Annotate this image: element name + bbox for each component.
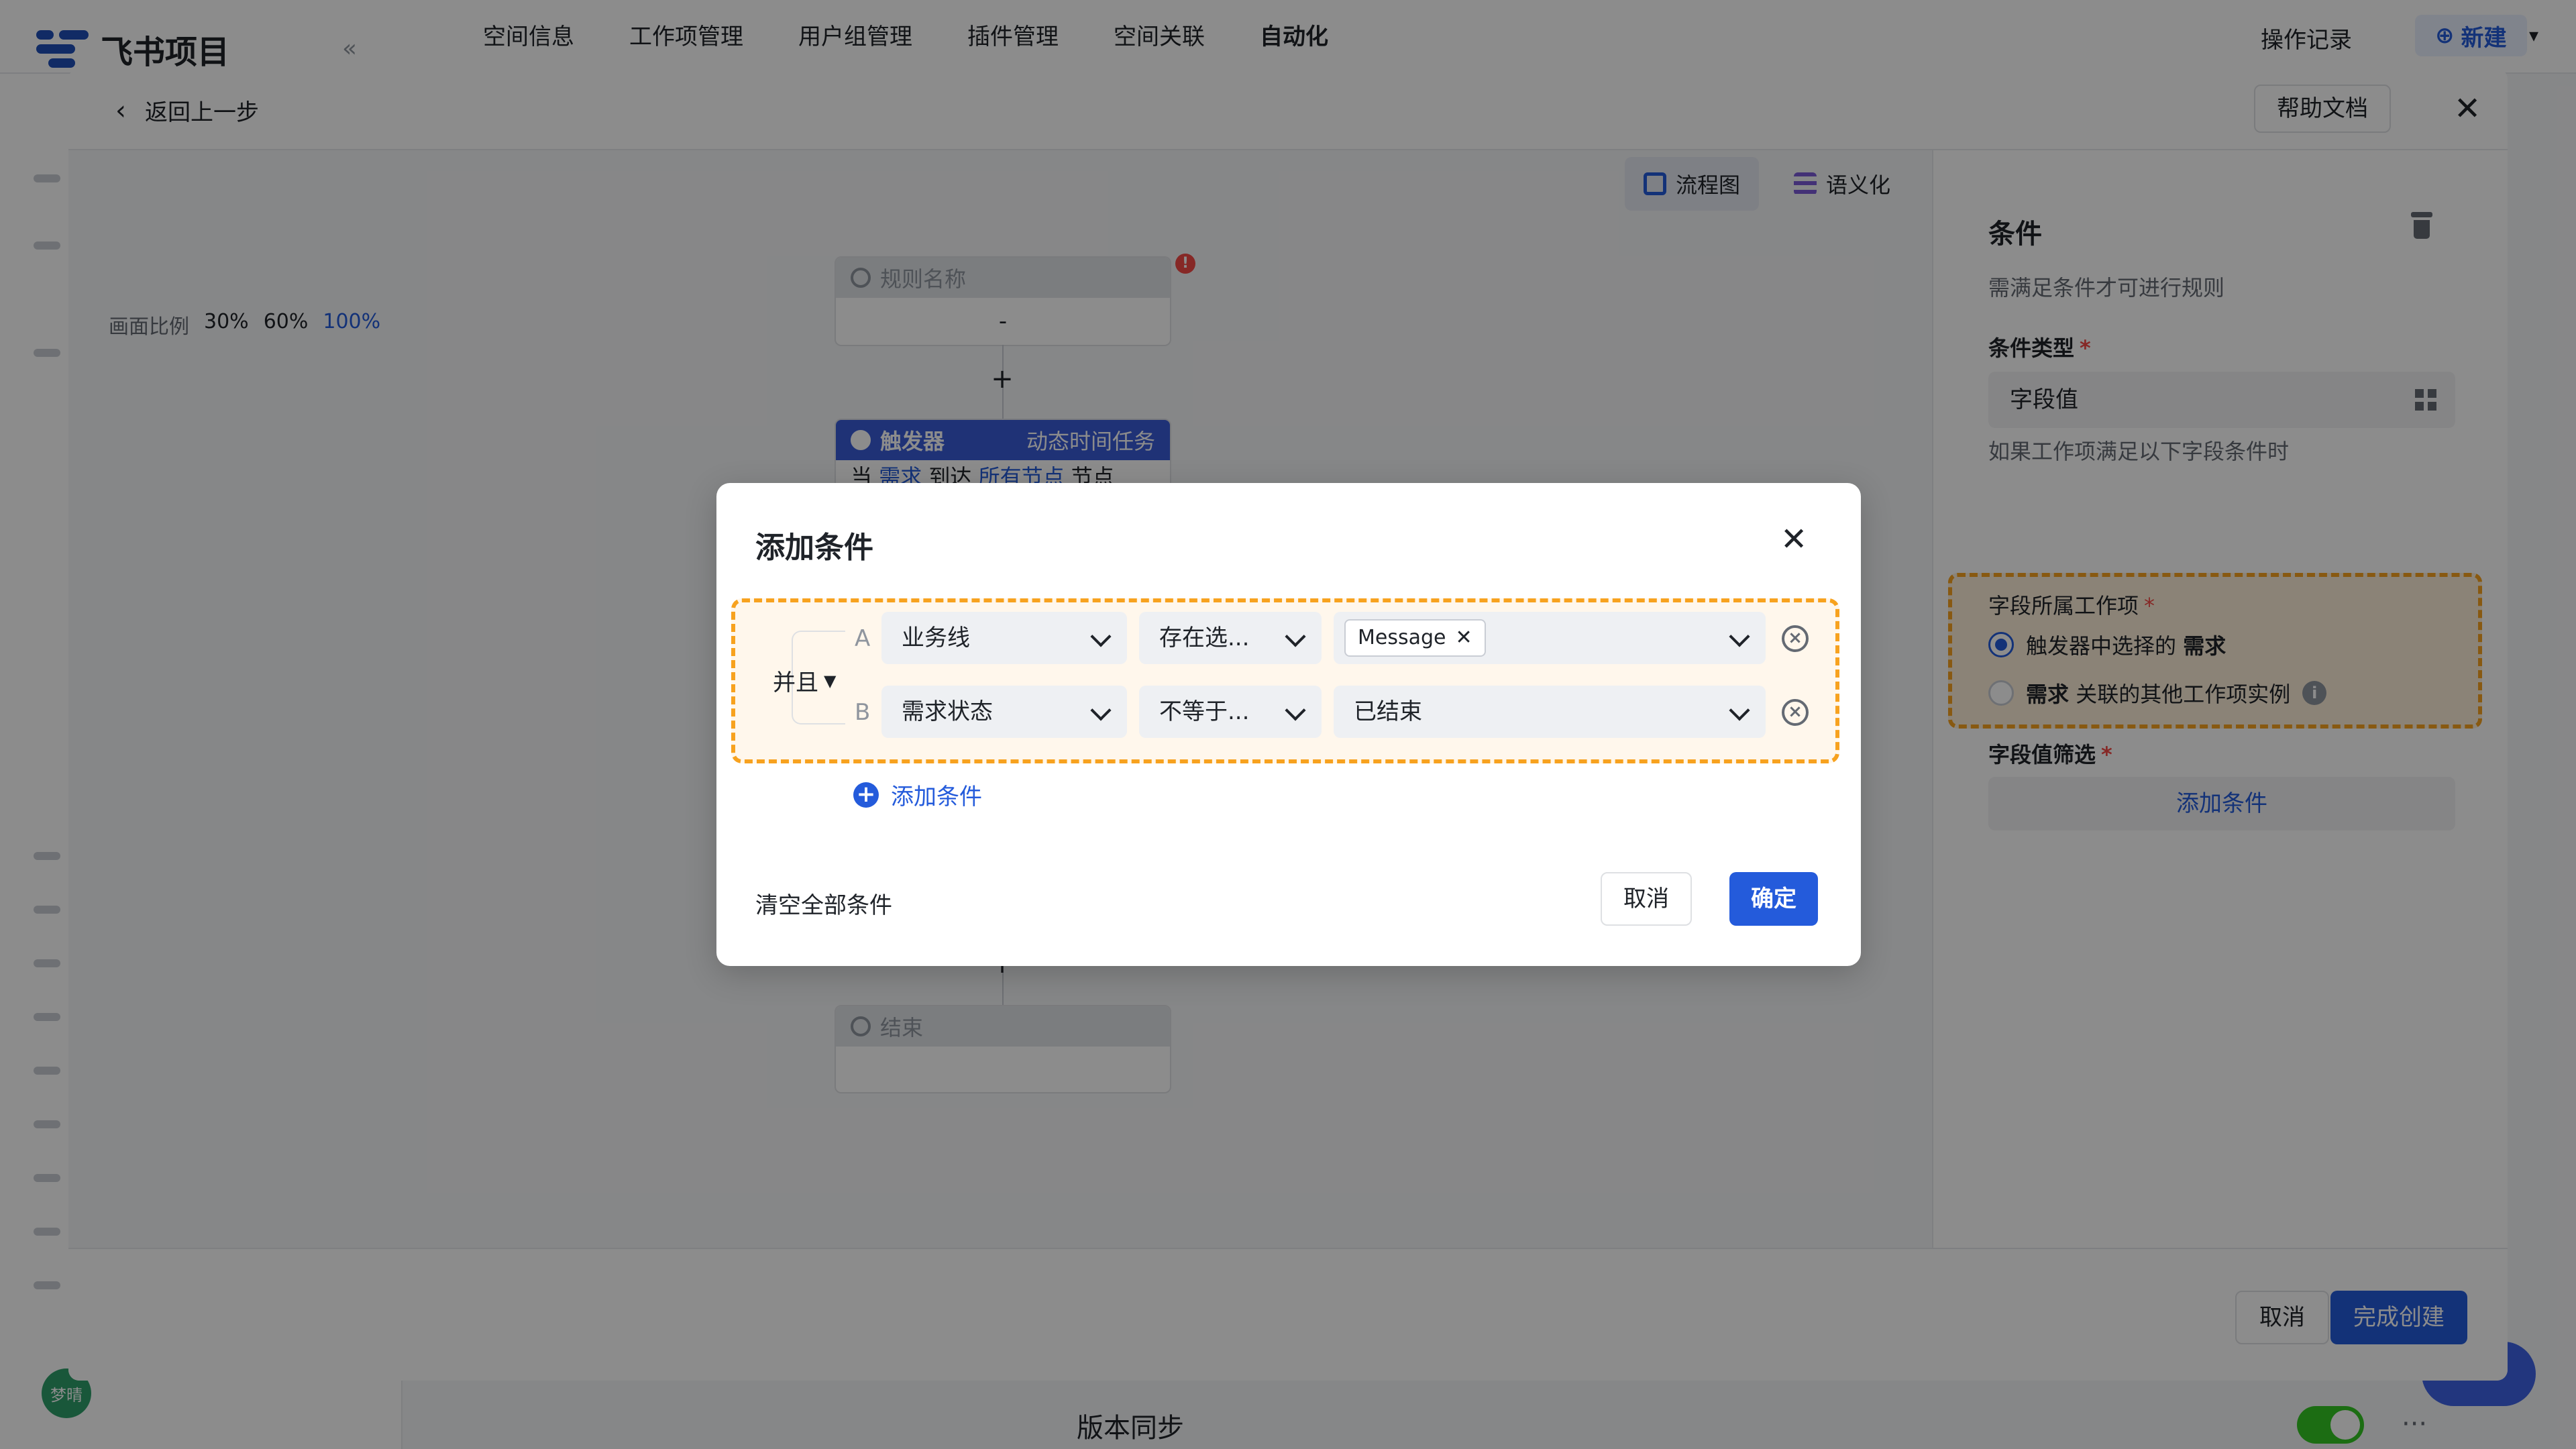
- logic-select-value: 并且: [773, 669, 818, 696]
- chevron-down-icon: [1090, 626, 1112, 647]
- add-condition-label: 添加条件: [891, 784, 982, 810]
- add-condition-dialog: 添加条件 ✕ 并且 ▼ A 业务线 存在选... Message ✕ × B 需…: [716, 483, 1861, 966]
- confirm-button[interactable]: 确定: [1729, 872, 1818, 926]
- operator-select-value: 存在选...: [1159, 625, 1250, 651]
- cancel-button[interactable]: 取消: [1601, 872, 1692, 926]
- delete-row-icon[interactable]: ×: [1782, 625, 1809, 652]
- dialog-title: 添加条件: [755, 531, 873, 565]
- value-tag: Message ✕: [1344, 619, 1486, 657]
- operator-select-value: 不等于...: [1159, 698, 1250, 725]
- field-select-value: 业务线: [902, 625, 970, 651]
- chevron-down-icon: [1285, 700, 1306, 721]
- logic-select[interactable]: 并且 ▼: [773, 664, 836, 697]
- condition-group: 并且 ▼ A 业务线 存在选... Message ✕ × B 需求状态 不等于…: [731, 598, 1839, 763]
- value-tag-label: Message: [1358, 626, 1446, 649]
- field-select[interactable]: 需求状态: [881, 686, 1127, 738]
- chevron-down-icon: [1285, 626, 1306, 647]
- value-select[interactable]: 已结束: [1334, 686, 1766, 738]
- field-select[interactable]: 业务线: [881, 612, 1127, 664]
- chevron-down-icon: [1090, 700, 1112, 721]
- chevron-down-icon: [1729, 700, 1750, 721]
- field-select-value: 需求状态: [902, 698, 993, 725]
- value-select-value: 已结束: [1354, 698, 1422, 725]
- operator-select[interactable]: 存在选...: [1139, 612, 1322, 664]
- delete-row-icon[interactable]: ×: [1782, 699, 1809, 726]
- row-letter-b: B: [855, 699, 871, 726]
- operator-select[interactable]: 不等于...: [1139, 686, 1322, 738]
- value-select[interactable]: Message ✕: [1334, 612, 1766, 664]
- close-icon[interactable]: ✕: [1780, 523, 1807, 555]
- add-condition-link[interactable]: + 添加条件: [853, 778, 982, 811]
- caret-down-icon: ▼: [824, 671, 837, 690]
- row-letter-a: A: [855, 625, 871, 652]
- remove-tag-icon[interactable]: ✕: [1455, 621, 1472, 655]
- chevron-down-icon: [1729, 626, 1750, 647]
- clear-all-conditions[interactable]: 清空全部条件: [755, 887, 892, 920]
- plus-circle-icon: +: [853, 782, 879, 808]
